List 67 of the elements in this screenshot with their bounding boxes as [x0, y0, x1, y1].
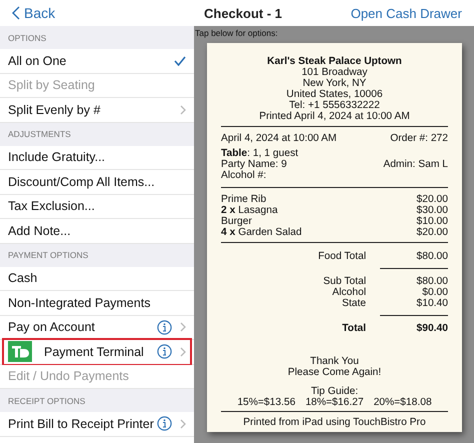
address-line: Tel: +1 5556332222: [288, 100, 381, 111]
info-icon[interactable]: [157, 416, 172, 432]
item-price: $10.00: [416, 216, 448, 227]
total-value: $80.00: [416, 251, 448, 262]
total-value: $80.00: [416, 276, 448, 287]
restaurant-name: Karl's Steak Palace Uptown: [266, 56, 403, 67]
table-info: Table: 1, 1 guest: [221, 148, 298, 159]
section-header: PAYMENT OPTIONS: [0, 244, 194, 266]
total-value: $0.00: [421, 287, 448, 298]
menu-item[interactable]: Tax Exclusion...: [0, 194, 194, 219]
total-label: State: [340, 298, 366, 309]
open-cash-drawer-link[interactable]: Open Cash Drawer: [350, 6, 462, 20]
item-name: Prime Rib: [221, 194, 266, 205]
menu-item-label: Tax Exclusion...: [8, 199, 95, 214]
menu-item-label: Split Evenly by #: [8, 102, 100, 117]
tip-amount: 18%=$16.27: [305, 397, 364, 408]
item-name: Burger: [221, 216, 252, 227]
alcohol-number: Alcohol #:: [221, 170, 266, 181]
menu-item-label: Split by Seating: [8, 78, 95, 92]
total-label: Sub Total: [322, 276, 366, 287]
tip-amount: 20%=$18.08: [374, 397, 432, 408]
admin-name: Admin: Sam L: [383, 159, 448, 170]
section-header: OPTIONS: [0, 26, 194, 49]
tip-guide-title: Tip Guide:: [310, 386, 360, 397]
total-label: Total: [341, 323, 366, 334]
receipt-footer: Printed from iPad using TouchBistro Pro: [221, 417, 448, 428]
order-number: Order #: 272: [390, 133, 448, 144]
menu-item-label: Include Gratuity...: [8, 150, 106, 164]
item-price: $20.00: [416, 227, 448, 238]
address-line: New York, NY: [302, 78, 368, 89]
menu-item-label: Pay on Account: [8, 320, 95, 334]
address-line: Printed April 4, 2024 at 10:00 AM: [258, 111, 411, 122]
total-value: $90.40: [416, 323, 448, 334]
info-icon[interactable]: [157, 344, 172, 360]
section-header: RECEIPT OPTIONS: [0, 389, 194, 412]
party-name: Party Name: 9: [221, 159, 287, 170]
menu-item-label: Add Note...: [8, 224, 71, 238]
order-date: April 4, 2024 at 10:00 AM: [221, 133, 337, 144]
receipt-hint: Tap below for options:: [195, 28, 279, 40]
receipt-paper[interactable]: [207, 43, 462, 432]
thank-you-text: Thank You: [309, 356, 360, 367]
menu-item-label: Payment Terminal: [44, 344, 144, 359]
menu-item-label: Edit / Undo Payments: [8, 369, 129, 384]
menu-item-label: Print Bill to Receipt Printer: [8, 416, 154, 431]
tip-amount: 15%=$13.56: [237, 397, 296, 408]
screen-title: Checkout - 1: [204, 6, 282, 20]
section-header: ADJUSTMENTS: [0, 122, 194, 146]
menu-item-label: Non-Integrated Payments: [8, 296, 150, 310]
address-line: United States, 10006: [285, 89, 384, 100]
item-name: 2 x Lasagna: [221, 205, 278, 216]
total-label: Food Total: [317, 251, 366, 262]
menu-item[interactable]: Cash: [0, 266, 194, 291]
address-line: 101 Broadway: [300, 67, 368, 78]
menu-item-label: Cash: [8, 271, 38, 286]
back-button[interactable]: Back: [0, 0, 194, 26]
menu-item-label: Discount/Comp All Items...: [8, 174, 155, 189]
total-label: Alcohol: [331, 287, 366, 298]
item-name: 4 x Garden Salad: [221, 227, 302, 238]
item-price: $20.00: [416, 194, 448, 205]
thank-you-text: Please Come Again!: [286, 367, 382, 378]
back-chevron-icon: [12, 6, 20, 20]
info-icon[interactable]: [157, 320, 172, 335]
menu-item-label: All on One: [8, 54, 66, 68]
item-price: $30.00: [416, 205, 448, 216]
menu-item[interactable]: Include Gratuity...: [0, 146, 194, 170]
menu-item[interactable]: Payment Terminal: [0, 340, 194, 364]
total-value: $10.40: [416, 298, 448, 309]
